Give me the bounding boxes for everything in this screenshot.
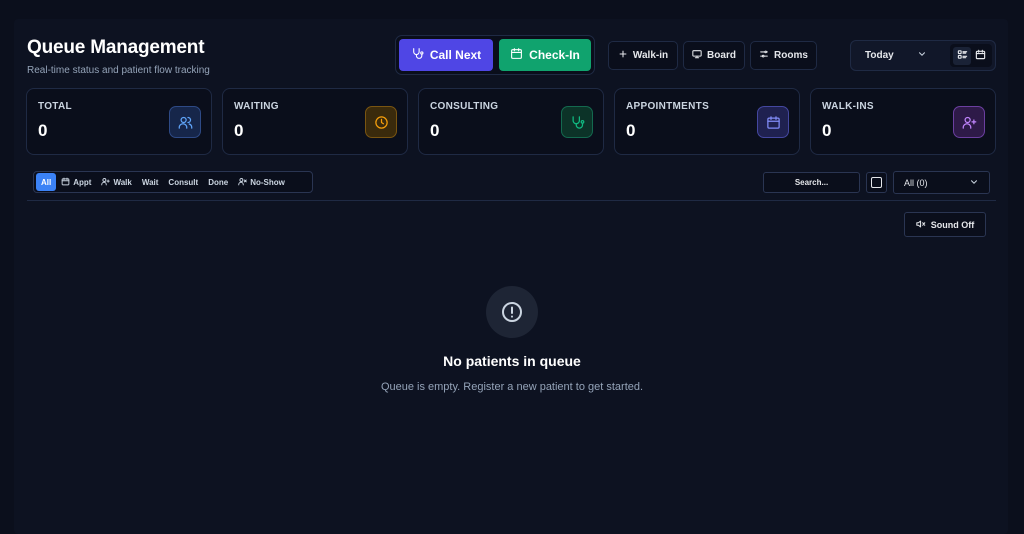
calendar-icon xyxy=(757,106,789,138)
stat-card-consulting: CONSULTING 0 xyxy=(418,88,604,155)
user-plus-icon xyxy=(953,106,985,138)
board-button[interactable]: Board xyxy=(683,41,745,70)
filter-chip-appt[interactable]: Appt xyxy=(56,173,96,191)
plus-icon xyxy=(618,49,628,62)
chevron-down-icon xyxy=(969,177,979,189)
type-filter-bar: All Appt Walk Wait Consult Done No-Show xyxy=(33,171,313,193)
stat-value: 0 xyxy=(822,121,832,140)
alert-circle-icon xyxy=(486,286,538,338)
clock-icon xyxy=(365,106,397,138)
list-view-button[interactable] xyxy=(953,46,971,65)
chip-label: All xyxy=(41,177,52,187)
users-icon xyxy=(169,106,201,138)
chevron-down-icon xyxy=(917,49,927,62)
chip-label: Appt xyxy=(73,177,92,187)
status-filter-select[interactable]: All (0) xyxy=(893,171,990,194)
empty-state-title: No patients in queue xyxy=(443,353,581,369)
call-next-label: Call Next xyxy=(429,48,482,62)
stat-card-waiting: WAITING 0 xyxy=(222,88,408,155)
rooms-button[interactable]: Rooms xyxy=(750,41,817,70)
stethoscope-icon xyxy=(561,106,593,138)
check-in-button[interactable]: Check-In xyxy=(499,39,591,71)
status-filter-value: All (0) xyxy=(904,177,928,188)
chip-label: No-Show xyxy=(250,177,285,187)
search-input[interactable] xyxy=(763,172,860,193)
checkbox-box xyxy=(871,177,882,188)
monitor-icon xyxy=(692,49,702,62)
chip-label: Walk xyxy=(113,177,132,187)
date-filter-select[interactable]: Today xyxy=(855,44,937,67)
stat-label: WAITING xyxy=(234,101,279,112)
chip-label: Done xyxy=(208,177,229,187)
filter-chip-done[interactable]: Done xyxy=(203,173,233,191)
filter-chip-consult[interactable]: Consult xyxy=(163,173,203,191)
select-all-checkbox[interactable] xyxy=(866,172,887,193)
chip-label: Wait xyxy=(141,177,159,187)
page-subtitle: Real-time status and patient flow tracki… xyxy=(27,65,210,76)
stat-value: 0 xyxy=(234,121,244,140)
page-title: Queue Management xyxy=(27,37,205,58)
filter-chip-wait[interactable]: Wait xyxy=(137,173,164,191)
rooms-label: Rooms xyxy=(774,50,808,61)
walk-in-label: Walk-in xyxy=(632,50,669,61)
stat-value: 0 xyxy=(430,121,440,140)
stethoscope-icon xyxy=(411,47,424,63)
walk-in-button[interactable]: Walk-in xyxy=(608,41,678,70)
sound-toggle-button[interactable]: Sound Off xyxy=(904,212,986,237)
stat-card-walk-ins: WALK-INS 0 xyxy=(810,88,996,155)
chip-label: Consult xyxy=(168,177,199,187)
divider xyxy=(27,200,996,201)
list-icon xyxy=(957,47,968,65)
user-x-icon xyxy=(238,177,247,188)
stat-card-appointments: APPOINTMENTS 0 xyxy=(614,88,800,155)
volume-mute-icon xyxy=(916,219,926,231)
user-plus-icon xyxy=(101,177,111,188)
filter-chip-walk[interactable]: Walk xyxy=(96,173,136,191)
board-label: Board xyxy=(707,50,736,61)
stat-label: APPOINTMENTS xyxy=(626,101,710,112)
stat-value: 0 xyxy=(38,121,48,140)
stat-value: 0 xyxy=(626,121,636,140)
sound-toggle-label: Sound Off xyxy=(930,219,975,230)
calendar-icon xyxy=(510,47,523,63)
stat-card-total: TOTAL 0 xyxy=(26,88,212,155)
check-in-label: Check-In xyxy=(529,48,580,62)
view-toggle xyxy=(950,44,992,67)
calendar-icon xyxy=(61,177,70,188)
date-filter-value: Today xyxy=(865,50,894,61)
empty-state-description: Queue is empty. Register a new patient t… xyxy=(380,381,644,393)
stat-label: CONSULTING xyxy=(430,101,499,112)
sliders-icon xyxy=(759,49,769,62)
stat-label: WALK-INS xyxy=(822,101,874,112)
calendar-view-button[interactable] xyxy=(971,47,989,65)
calendar-icon xyxy=(975,47,986,65)
stat-label: TOTAL xyxy=(38,101,72,112)
call-next-button[interactable]: Call Next xyxy=(399,39,493,71)
filter-chip-no-show[interactable]: No-Show xyxy=(233,173,290,191)
filter-chip-all[interactable]: All xyxy=(36,173,57,191)
